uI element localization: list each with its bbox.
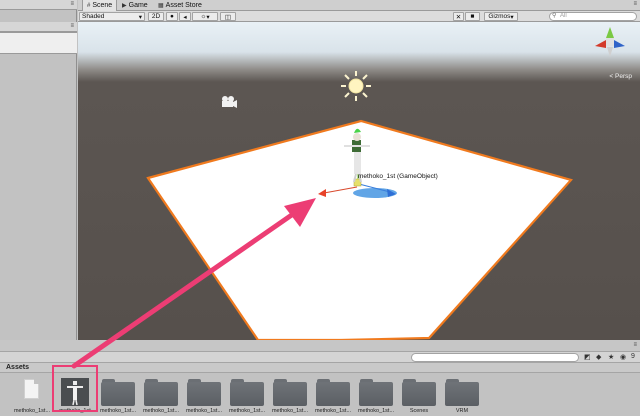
scene-viewport[interactable]: < Persp methoko_1st (GameObject) [78,22,640,340]
chevron-down-icon: ▾ [510,13,514,21]
camera-gizmo [222,96,237,108]
hierarchy-toolbar: ≡ [0,22,77,32]
tab-game[interactable]: ▶ Game [118,0,152,11]
asset-name: methoko_1st... [99,408,137,414]
folder-icon [445,376,479,406]
asset-item[interactable]: methoko_1st... [12,373,52,416]
project-tab-strip: ≡ [0,340,640,352]
asset-name: methoko_1st... [13,408,51,414]
folder-icon [402,376,436,406]
project-toolbar: ◩ ◆ ★ ◉ 9 [0,352,640,363]
panel-menu-icon[interactable]: ≡ [70,1,74,7]
sun-light-gizmo [341,71,371,101]
tab-asset-store[interactable]: ▦ Asset Store [154,0,206,11]
asset-item[interactable]: methoko_1st... [313,373,353,416]
search-icon: ⚲ [552,13,557,19]
folder-icon [101,376,135,406]
game-icon: ▶ [122,3,127,9]
file-icon [15,376,49,406]
asset-name: Scenes [409,408,429,414]
hidden-count: 9 [631,353,635,360]
chevron-down-icon: ▾ [138,13,142,21]
asset-name: methoko_1st... [185,408,223,414]
folder-icon [230,376,264,406]
asset-item[interactable]: methoko_1st... [227,373,267,416]
asset-item[interactable]: methoko_1st... [141,373,181,416]
wrench-icon: ✕ [455,13,462,21]
asset-item[interactable]: methoko_1st... [270,373,310,416]
scene-render [146,27,625,340]
camera-dropdown[interactable]: ■ [465,12,480,21]
asset-item[interactable]: methoko_1st... [98,373,138,416]
asset-name: methoko_1st... [142,408,180,414]
folder-icon [359,376,393,406]
asset-item[interactable]: methoko_1st... [356,373,396,416]
tab-label: Game [128,2,148,9]
filter-type-icon[interactable]: ◩ [584,353,591,361]
store-icon: ▦ [158,3,164,9]
camera-icon: ■ [470,13,475,20]
folder-icon [316,376,350,406]
asset-name: methoko_1st... [314,408,352,414]
tools-button[interactable]: ✕ [453,12,464,21]
gizmos-label: Gizmos [488,13,511,20]
asset-name: methoko_1st... [357,408,395,414]
project-search-input[interactable] [411,353,579,362]
scene-icon: # [87,2,91,9]
folder-icon [187,376,221,406]
chevron-down-icon: ▾ [206,13,210,21]
scene-search-input[interactable]: ⚲ All [549,12,637,21]
hierarchy-panel: ≡ ≡ [0,0,77,340]
layers-icon: ◫ [224,13,232,21]
gizmos-dropdown[interactable]: Gizmos ▾ [484,12,518,21]
2d-toggle-button[interactable]: 2D [148,12,164,21]
hierarchy-selected-row[interactable] [0,32,77,54]
shading-mode-value: Shaded [82,13,105,20]
tab-label: Asset Store [165,2,202,9]
hierarchy-tab-strip: ≡ [0,0,77,10]
2d-label: 2D [151,13,161,20]
scene-search-placeholder: All [560,13,567,19]
folder-icon [273,376,307,406]
visibility-icon[interactable]: ◉ [620,353,626,361]
scene-toolbar: Shaded ▾ 2D ● ◂ ☼ ▾ ◫ ✕ ■ Gizmos ▾ ⚲ All [78,11,640,22]
asset-name: methoko_1st... [228,408,266,414]
scene-tab-bar: # Scene ▶ Game ▦ Asset Store ≡ [78,0,640,11]
panel-menu-icon[interactable]: ≡ [633,1,637,7]
breadcrumb-assets[interactable]: Assets [6,364,29,371]
lightbulb-icon: ● [170,13,174,20]
asset-item-scenes[interactable]: Scenes [399,373,439,416]
shading-mode-dropdown[interactable]: Shaded ▾ [79,12,145,21]
speaker-icon: ◂ [183,13,187,21]
panel-menu-icon[interactable]: ≡ [633,342,637,348]
highlight-box [52,365,98,412]
panel-menu-icon[interactable]: ≡ [70,23,74,29]
scene-window: # Scene ▶ Game ▦ Asset Store ≡ Shaded ▾ … [78,0,640,340]
hidden-objects-button[interactable]: ◫ [220,12,236,21]
orientation-gizmo [595,27,625,57]
folder-icon [144,376,178,406]
effects-dropdown[interactable]: ☼ ▾ [192,12,218,21]
asset-name: VRM [455,408,469,414]
tab-scene[interactable]: # Scene [82,0,118,11]
asset-item[interactable]: methoko_1st... [184,373,224,416]
audio-toggle-button[interactable]: ◂ [179,12,191,21]
tab-label: Scene [92,2,113,9]
asset-item-vrm[interactable]: VRM [442,373,482,416]
filter-label-icon[interactable]: ◆ [596,353,601,361]
perspective-label[interactable]: < Persp [609,73,632,80]
favorite-icon[interactable]: ★ [608,353,614,361]
selected-object-label: methoko_1st (GameObject) [358,173,438,180]
asset-name: methoko_1st... [271,408,309,414]
lighting-toggle-button[interactable]: ● [166,12,178,21]
